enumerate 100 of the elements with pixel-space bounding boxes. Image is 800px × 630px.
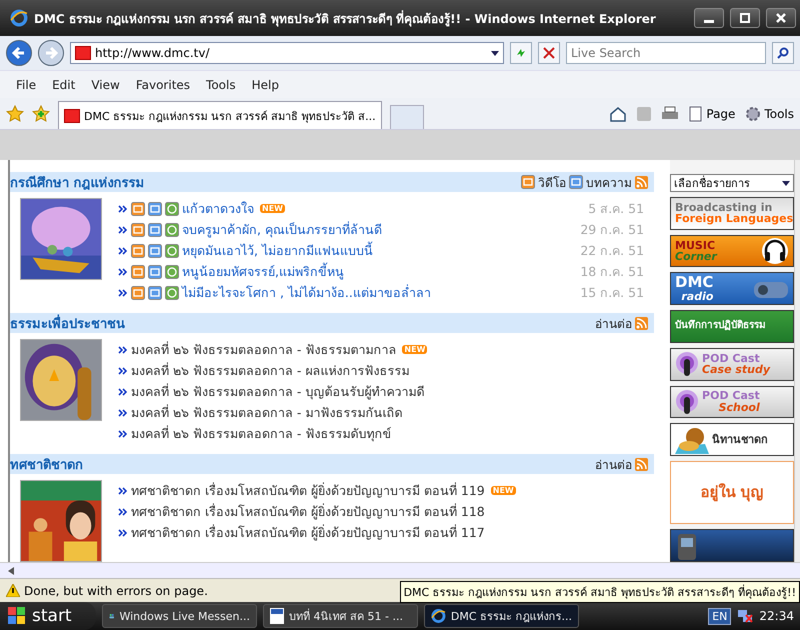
double-arrow-icon xyxy=(118,486,128,496)
banner-text: นิทานชาดก xyxy=(712,434,768,446)
video-icon[interactable] xyxy=(131,222,145,236)
add-favorite-icon[interactable] xyxy=(32,104,50,122)
article-link[interactable]: หนูน้อยมหัศจรรย์,แม่พริกขี้หนู xyxy=(182,262,344,282)
new-badge: NEW xyxy=(490,486,516,495)
start-button[interactable]: start xyxy=(0,602,96,630)
menu-item[interactable]: File xyxy=(8,78,44,92)
banner-text: Foreign Languages xyxy=(675,213,794,225)
menu-item[interactable]: Help xyxy=(244,78,287,92)
article-link[interactable]: มงคลที่ ๒๖ ฟังธรรมตลอดกาล - บุญต้อนรับผู้ทำความดี xyxy=(131,382,424,402)
refresh-button[interactable] xyxy=(510,42,532,64)
banner[interactable]: นิทานชาดก xyxy=(670,423,794,456)
article-link[interactable]: จบครูมาค้าผัก, คุณเป็นภรรยาที่ล้านดี xyxy=(182,220,382,240)
language-indicator[interactable]: EN xyxy=(708,608,732,624)
section-title[interactable]: ธรรมะเพื่อประชาชน xyxy=(10,312,125,334)
banner-text: radio xyxy=(681,290,714,302)
taskbar-button[interactable]: บทที่ 4นิเทศ สค 51 - ... xyxy=(263,604,418,628)
banner-text: POD Cast xyxy=(702,390,760,402)
forward-button[interactable] xyxy=(38,40,64,66)
header-link[interactable]: บทความ xyxy=(586,172,632,192)
lion-icon xyxy=(675,426,710,454)
video-icon[interactable] xyxy=(521,175,536,189)
network-icon[interactable] xyxy=(737,609,754,623)
section-title[interactable]: กรณีศึกษา กฎแห่งกรรม xyxy=(10,172,145,192)
article-link[interactable]: แก้วตาดวงใจ xyxy=(182,198,254,218)
window-title: DMC ธรรมะ กฎแห่งกรรม นรก สวรรค์ สมาธิ พุทธประวัติ สรรสาระดีๆ ที่คุณต้องรู้!! - Windows Internet Explorer xyxy=(34,9,657,28)
document-icon[interactable] xyxy=(569,175,584,189)
audio-icon[interactable] xyxy=(165,264,179,278)
audio-icon[interactable] xyxy=(165,286,179,300)
home-icon[interactable] xyxy=(609,106,628,122)
new-badge: NEW xyxy=(260,204,285,213)
double-arrow-icon xyxy=(118,288,128,298)
article-link[interactable]: มงคลที่ ๒๖ ฟังธรรมตลอดกาล - ผลแห่งการฟังธรรม xyxy=(131,360,410,380)
podcast-icon xyxy=(675,388,700,415)
article-link[interactable]: ทศชาติชาดก เรื่องมโหสถบัณฑิต ผู้ยิ่งด้วยปัญญาบารมี ตอนที่ 117 xyxy=(131,522,485,542)
banner-text: Broadcasting in xyxy=(675,202,774,214)
browser-icon xyxy=(10,9,28,27)
article-link[interactable]: ทศชาติชาดก เรื่องมโหสถบัณฑิต ผู้ยิ่งด้วยปัญญาบารมี ตอนที่ 118 xyxy=(131,502,485,522)
article-link[interactable]: ทศชาติชาดก เรื่องมโหสถบัณฑิต ผู้ยิ่งด้วยปัญญาบารมี ตอนที่ 119 xyxy=(131,480,485,500)
document-icon[interactable] xyxy=(148,222,162,236)
video-icon[interactable] xyxy=(131,286,145,300)
toolbar-menu[interactable]: Page xyxy=(689,106,736,122)
taskbar-button[interactable]: Windows Live Messen... xyxy=(102,604,257,628)
forward-arrow-icon xyxy=(44,46,58,60)
document-icon[interactable] xyxy=(148,244,162,258)
banner[interactable]: บันทึกการปฏิบัติธรรม xyxy=(670,310,794,343)
windows-logo-icon xyxy=(8,607,26,625)
video-icon[interactable] xyxy=(131,244,145,258)
document-icon[interactable] xyxy=(148,202,162,216)
article-link[interactable]: มงคลที่ ๒๖ ฟังธรรมตลอดกาล - มาฟังธรรมกันเถิด xyxy=(131,402,402,422)
audio-icon[interactable] xyxy=(165,244,179,258)
stop-button[interactable] xyxy=(538,42,560,64)
menu-item[interactable]: Favorites xyxy=(128,78,198,92)
banner[interactable]: DMC radio xyxy=(670,272,794,306)
article-link[interactable]: มงคลที่ ๒๖ ฟังธรรมตลอดกาล - ฟังธรรมดับทุกข์ xyxy=(131,424,392,444)
banner-text: บันทึกการปฏิบัติธรรม xyxy=(675,321,766,332)
scroll-left-icon[interactable] xyxy=(8,566,14,574)
back-button[interactable] xyxy=(6,40,32,66)
document-icon[interactable] xyxy=(148,286,162,300)
double-arrow-icon xyxy=(118,366,128,376)
browser-tab[interactable]: DMC ธรรมะ กฎแห่งกรรม นรก สวรรค์ สมาธิ พุทธประวัติ ส... xyxy=(58,101,382,129)
warning-icon[interactable] xyxy=(6,584,20,597)
section-title[interactable]: ทศชาติชาดก xyxy=(10,454,83,474)
header-link[interactable]: อ่านต่อ xyxy=(595,454,632,474)
toolbar-menu[interactable]: Tools xyxy=(745,106,794,122)
address-field[interactable]: http://www.dmc.tv/ xyxy=(70,42,504,64)
double-arrow-icon xyxy=(118,528,128,538)
article-link[interactable]: ไม่มีอะไรจะโศกา , ไม่ได้มาง้อ..แต่มาขอล่ำลา xyxy=(182,282,431,302)
article-link[interactable]: มงคลที่ ๒๖ ฟังธรรมตลอดกาล - ฟังธรรมตามกาล xyxy=(131,340,396,360)
banner[interactable]: Broadcasting in Foreign Languages xyxy=(670,197,794,230)
header-link[interactable]: อ่านต่อ xyxy=(595,314,632,332)
star-icon[interactable] xyxy=(6,104,24,122)
dropdown-icon[interactable] xyxy=(491,50,499,56)
search-button[interactable] xyxy=(772,42,794,64)
menu-item[interactable]: Edit xyxy=(44,78,84,92)
article-link[interactable]: หยุดมันเอาไว้, ไม่อยากมีแฟนแบบนี้ xyxy=(182,240,373,260)
banner-text: School xyxy=(718,402,760,414)
taskbar-button[interactable]: DMC ธรรมะ กฎแห่งกร... xyxy=(424,604,579,628)
banner[interactable]: อยู่ใน บุญ xyxy=(670,460,794,524)
audio-icon[interactable] xyxy=(165,222,179,236)
menu-item[interactable]: View xyxy=(83,78,128,92)
banner-text: DMC xyxy=(675,275,714,291)
minimize-button[interactable] xyxy=(694,8,724,28)
video-icon[interactable] xyxy=(131,264,145,278)
horizontal-scrollbar[interactable] xyxy=(0,562,800,578)
printer-icon[interactable] xyxy=(661,106,680,122)
vertical-scrollbar[interactable] xyxy=(794,160,800,562)
maximize-button[interactable] xyxy=(730,8,760,28)
search-field[interactable]: Live Search xyxy=(566,42,766,64)
banner[interactable] xyxy=(670,529,794,562)
new-tab-button[interactable] xyxy=(390,105,424,129)
close-button[interactable] xyxy=(766,8,796,28)
menu-item[interactable]: Tools xyxy=(198,78,244,92)
program-select[interactable]: เลือกชื่อรายการ xyxy=(670,174,794,192)
document-icon[interactable] xyxy=(148,264,162,278)
double-arrow-icon xyxy=(118,428,128,438)
audio-icon[interactable] xyxy=(165,202,179,216)
video-icon[interactable] xyxy=(131,202,145,216)
header-link[interactable]: วิดีโอ xyxy=(538,172,566,192)
